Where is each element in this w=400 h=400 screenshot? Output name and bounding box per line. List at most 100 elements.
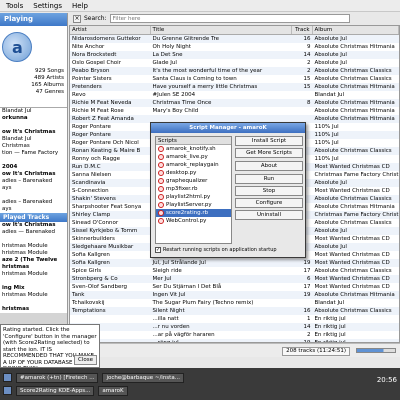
table-row[interactable]: Tank Ingen Vit Jul 19 Absolute Christmas Hi… — [70, 291, 399, 299]
task-amarok[interactable]: amaroK — [98, 385, 128, 396]
table-row[interactable]: Revo #Julen SE 2004 Blandat Jul — [70, 91, 399, 99]
table-row[interactable]: Sven-Olof Sandberg Ser Du Stjärnan I Det … — [70, 283, 399, 291]
cell-album: Absolute Jul — [314, 52, 347, 58]
table-row[interactable]: Richie M Feat Rose Mary's Boy Child Absolu… — [70, 107, 399, 115]
stat-line: 47 Genres — [35, 89, 64, 95]
script-item[interactable]: graphequalizer — [156, 177, 231, 185]
stop-button[interactable]: Stop — [235, 186, 303, 196]
script-item[interactable]: amarok_live.py — [156, 153, 231, 161]
context-sidebar: Playing a 929 Songs 489 Artists 165 Albums… — [0, 13, 68, 363]
task-irc[interactable]: #amarok (+tn) [Firetech ... — [16, 372, 99, 383]
install-script-button[interactable]: Install Script — [235, 136, 303, 146]
played-tracks-header: Played Tracks — [0, 213, 67, 222]
script-status-icon — [158, 178, 164, 184]
run-button[interactable]: Run — [235, 174, 303, 184]
task-terminal[interactable]: joche@barbaque ~/insta... — [102, 372, 184, 383]
script-item[interactable]: amarok_knotify.sh — [156, 145, 231, 153]
cell-album: Absolute Christmas Classics — [314, 308, 392, 314]
get-more-scripts-button[interactable]: Get More Scripts — [235, 148, 303, 158]
cell-album: En riktig jul — [314, 316, 346, 322]
table-row[interactable]: ...ar på vägför hararen 2 En riktig jul — [70, 331, 399, 339]
track-count: 208 tracks (11:24:51) — [282, 347, 350, 356]
script-item[interactable]: playlist2html.py — [156, 193, 231, 201]
stats-list: 929 Songs 489 Artists 165 Albums 47 Genres — [31, 68, 64, 96]
cell-album: Most Wanted Christmas CD — [314, 236, 390, 242]
script-item[interactable]: PlaylistServer.py — [156, 201, 231, 209]
col-artist[interactable]: Artist — [70, 26, 151, 34]
script-name: desktop.py — [166, 170, 197, 176]
cell-track: 19 — [303, 292, 311, 298]
col-album[interactable]: Album — [313, 26, 399, 34]
table-row[interactable]: Pretenders Have yourself a merry little C… — [70, 83, 399, 91]
table-row[interactable]: Nora Brockstedt La Det Sne 14 Absolute Jul — [70, 51, 399, 59]
cell-title: Du Grenne Glitrende Tre — [152, 36, 220, 42]
task-browser[interactable]: Score2Rating KDE-Apps... — [16, 385, 95, 396]
uninstall-button[interactable]: Uninstall — [235, 210, 303, 220]
clear-search-icon[interactable]: × — [73, 14, 81, 23]
about-button[interactable]: About — [235, 161, 303, 171]
menubar: Tools Settings Help — [0, 0, 400, 12]
table-row[interactable]: Stronbperg & Co Mer Jul 6 Most Wanted Chris… — [70, 275, 399, 283]
cell-artist: Sharpshooter Feat Sonya — [72, 204, 142, 210]
table-row[interactable]: Nidarosdomens Guttekor Du Grenne Glitrend… — [70, 35, 399, 43]
sidebar-line: hristmas Module — [2, 243, 48, 249]
table-row[interactable]: Temptations Silent Night 16 Absolute Christ… — [70, 307, 399, 315]
cell-title: Santa Claus is Coming to town — [152, 76, 237, 82]
cell-track: 17 — [303, 268, 311, 274]
script-item[interactable]: amarok_replaygain — [156, 161, 231, 169]
notification-popup: Rating started. Click the 'Configure' bu… — [0, 324, 100, 368]
script-item[interactable]: WebControl.py — [156, 217, 231, 225]
restart-scripts-checkbox[interactable]: ✓ Restart running scripts on application… — [155, 247, 277, 253]
table-row[interactable]: Oslo Gospel Choir Glade Jul 2 Absolute Jul — [70, 59, 399, 67]
sidebar-header: Playing — [0, 13, 67, 26]
script-name: mp3fixer.rb — [166, 186, 198, 192]
col-track[interactable]: Track — [292, 26, 313, 34]
menu-help[interactable]: Help — [67, 2, 93, 10]
cell-track: 16 — [303, 36, 311, 42]
table-row[interactable]: Pointer Sisters Santa Claus is Coming to … — [70, 75, 399, 83]
search-input[interactable] — [109, 14, 350, 23]
script-item[interactable]: desktop.py — [156, 169, 231, 177]
cell-title: ...r nu vorden — [152, 324, 190, 330]
table-row[interactable]: Sofia Kallgren Jul, Jul Strålande Jul 19 Mo… — [70, 259, 399, 267]
sidebar-line: hristmas Module — [2, 250, 48, 256]
table-row[interactable]: ...r nu vorden 14 En riktig jul — [70, 323, 399, 331]
script-item[interactable]: mp3fixer.rb — [156, 185, 231, 193]
table-row[interactable]: ...illa natt 1 En riktig jul — [70, 315, 399, 323]
sidebar-line: 2004 — [2, 164, 18, 170]
table-row[interactable]: Peabo Bryson It's the most wonderful time… — [70, 67, 399, 75]
volume-slider[interactable] — [356, 348, 396, 353]
sidebar-line: hristmas Module — [2, 292, 48, 298]
table-row[interactable]: Richie M Feat Neveda Christmas Time Once 8… — [70, 99, 399, 107]
cell-album: En riktig jul — [314, 332, 346, 338]
col-title[interactable]: Title — [151, 26, 292, 34]
sidebar-line: hristmas — [2, 306, 30, 312]
close-button[interactable]: Close — [74, 355, 97, 365]
cell-track: 2 — [307, 60, 311, 66]
cell-track: 16 — [303, 308, 311, 314]
table-row[interactable]: Nite Anchor Oh Holy Night 9 Absolute Christ… — [70, 43, 399, 51]
cell-artist: Roger Pontare — [72, 132, 111, 138]
script-status-icon — [158, 170, 164, 176]
cell-album: Absolute Jul — [314, 180, 347, 186]
script-status-icon — [158, 210, 164, 216]
table-row[interactable]: Spice Girls Sleigh ride 17 Absolute Christm… — [70, 267, 399, 275]
kmenu-icon[interactable] — [3, 373, 12, 382]
cell-album: Christmas Fame Factory Christmas — [314, 212, 399, 218]
cell-artist: Richie M Feat Neveda — [72, 100, 132, 106]
script-status-icon — [158, 154, 164, 160]
script-item[interactable]: score2rating.rb — [156, 209, 231, 217]
cell-album: Absolute Christmas Classics — [314, 148, 392, 154]
menu-tools[interactable]: Tools — [0, 2, 28, 10]
configure-button[interactable]: Configure — [235, 198, 303, 208]
sidebar-line: adies — Barenaked — [2, 229, 56, 235]
menu-settings[interactable]: Settings — [28, 2, 67, 10]
desktop-icon[interactable] — [3, 386, 12, 395]
sidebar-line: Blandat Jul — [2, 136, 32, 142]
cell-artist: Sanna Nielsen — [72, 172, 112, 178]
cell-track — [292, 107, 313, 115]
dialog-title: Script Manager - amaroK — [151, 123, 305, 133]
cell-track: 14 — [303, 324, 311, 330]
table-row[interactable]: Tchaikovskij The Sugar Plum Fairy (Techno… — [70, 299, 399, 307]
script-status-icon — [158, 202, 164, 208]
